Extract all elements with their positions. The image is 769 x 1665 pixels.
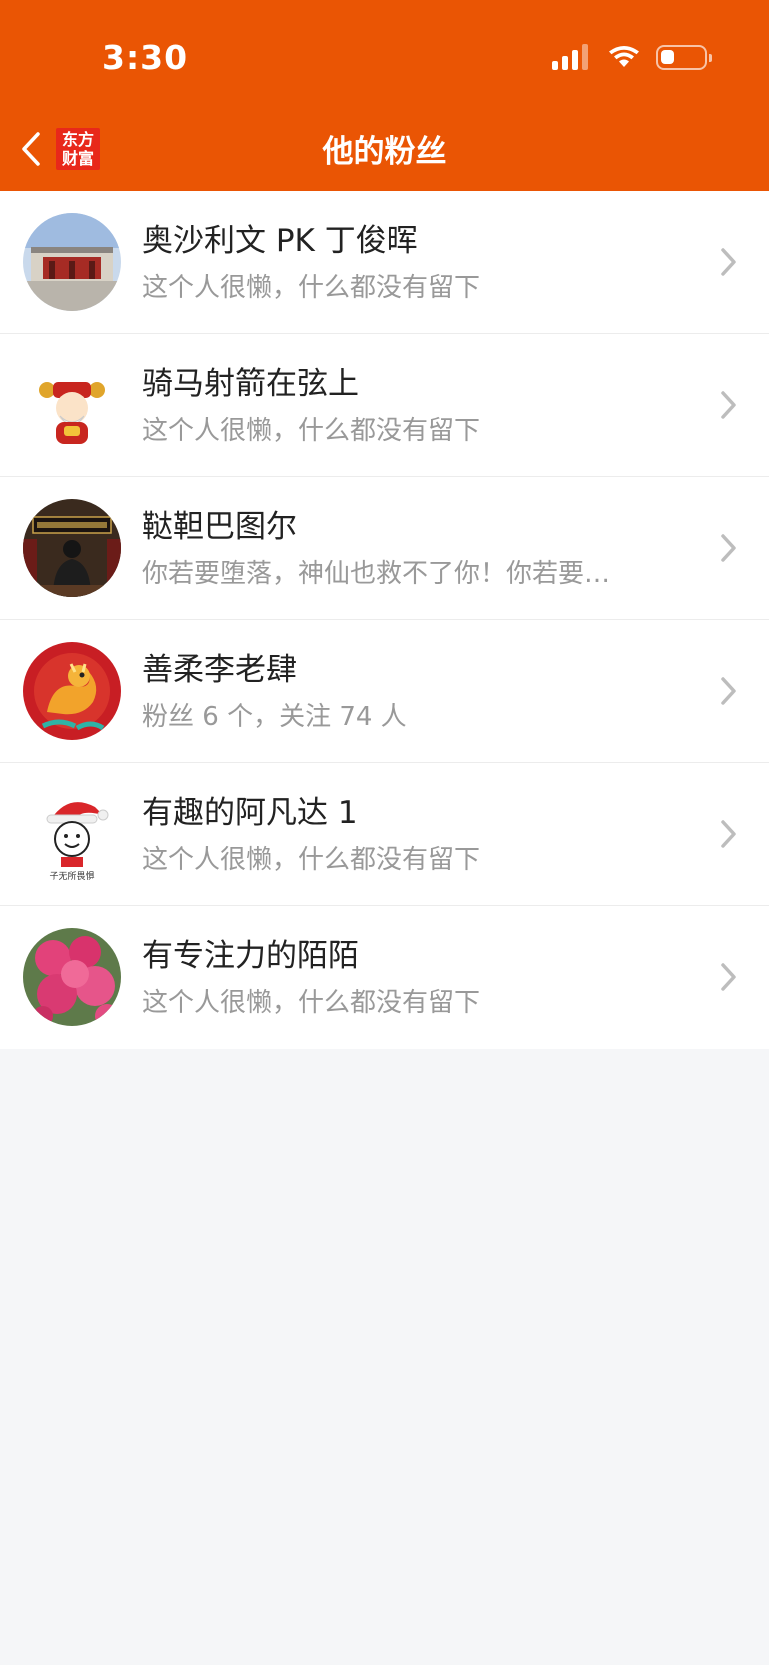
- avatar-caption: 子无所畏惧: [49, 870, 94, 882]
- avatar: 子无所畏惧: [23, 785, 121, 883]
- fan-name: 善柔李老肆: [142, 652, 297, 688]
- avatar: [23, 928, 121, 1026]
- fan-name: 鞑靼巴图尔: [142, 509, 297, 545]
- fan-name: 有专注力的陌陌: [142, 938, 359, 974]
- fan-name: 有趣的阿凡达 1: [142, 795, 358, 831]
- cellular-signal-icon: [552, 44, 592, 70]
- fan-desc: 粉丝 6 个，关注 74 人: [142, 702, 407, 732]
- fan-row[interactable]: 骑马射箭在弦上 这个人很懒，什么都没有留下: [0, 334, 769, 477]
- fan-row[interactable]: 子无所畏惧 有趣的阿凡达 1 这个人很懒，什么都没有留下: [0, 763, 769, 906]
- status-icons: [552, 42, 712, 72]
- man-in-hall-photo-icon: [23, 499, 121, 597]
- fan-row[interactable]: 善柔李老肆 粉丝 6 个，关注 74 人: [0, 620, 769, 763]
- fan-row[interactable]: 有专注力的陌陌 这个人很懒，什么都没有留下: [0, 906, 769, 1049]
- fan-desc: 这个人很懒，什么都没有留下: [142, 273, 481, 303]
- chevron-right-icon: [721, 820, 736, 848]
- chevron-right-icon: [721, 963, 736, 991]
- santa-hat-smiley-icon: 子无所畏惧: [23, 785, 121, 883]
- chevron-right-icon: [721, 391, 736, 419]
- fan-row[interactable]: 奥沙利文 PK 丁俊晖 这个人很懒，什么都没有留下: [0, 191, 769, 334]
- fan-name: 奥沙利文 PK 丁俊晖: [142, 223, 418, 259]
- avatar: [23, 642, 121, 740]
- chevron-right-icon: [721, 248, 736, 276]
- dragon-art-icon: [23, 642, 121, 740]
- god-of-wealth-cartoon-icon: [23, 356, 121, 454]
- avatar: [23, 213, 121, 311]
- fan-desc: 这个人很懒，什么都没有留下: [142, 988, 481, 1018]
- building-photo-icon: [23, 213, 121, 311]
- fan-desc: 你若要堕落，神仙也救不了你！你若要…: [142, 559, 611, 589]
- status-time: 3:30: [102, 38, 189, 77]
- fan-name: 骑马射箭在弦上: [142, 366, 359, 402]
- avatar: [23, 356, 121, 454]
- fan-desc: 这个人很懒，什么都没有留下: [142, 416, 481, 446]
- page-title: 他的粉丝: [322, 134, 447, 170]
- chevron-right-icon: [721, 677, 736, 705]
- wifi-icon: [609, 46, 639, 67]
- pink-blossom-photo-icon: [23, 928, 121, 1026]
- nav-header: 3:30 东方 财富 他的粉丝: [0, 0, 769, 191]
- fan-desc: 这个人很懒，什么都没有留下: [142, 845, 481, 875]
- battery-icon: [656, 44, 712, 70]
- avatar: [23, 499, 121, 597]
- chevron-right-icon: [721, 534, 736, 562]
- fans-list: 奥沙利文 PK 丁俊晖 这个人很懒，什么都没有留下 骑马射箭在弦上 这个人很懒，…: [0, 191, 769, 1049]
- fan-row[interactable]: 鞑靼巴图尔 你若要堕落，神仙也救不了你！你若要…: [0, 477, 769, 620]
